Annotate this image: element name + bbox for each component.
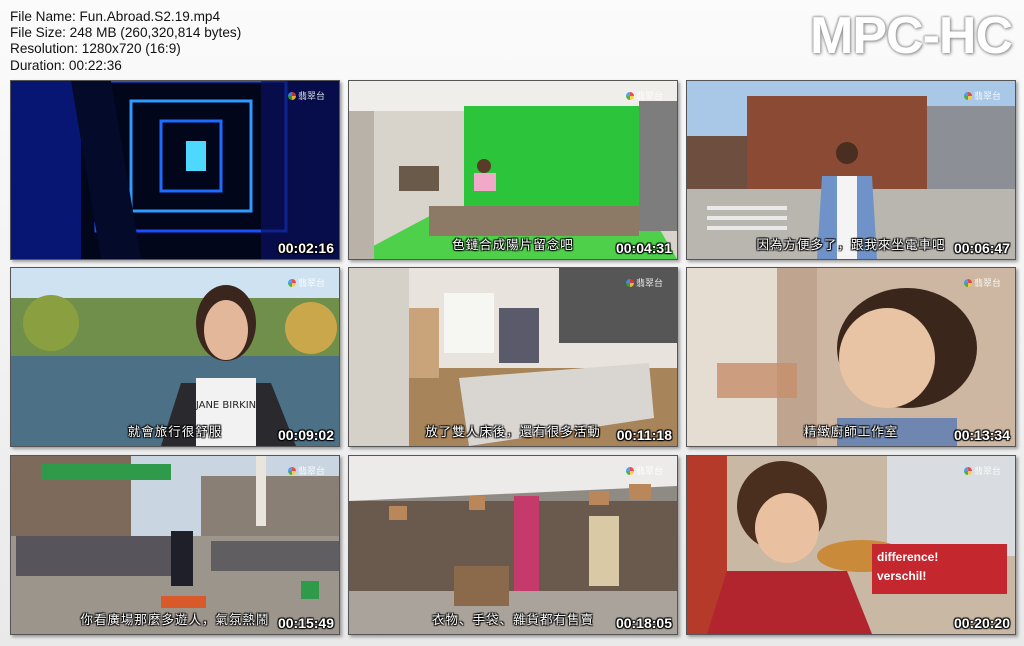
timestamp: 00:02:16 — [277, 240, 334, 256]
duration: Duration: 00:22:36 — [10, 57, 122, 73]
thumbnail-4-image: JANE BIRKIN — [11, 268, 339, 446]
watermark: 翡翠台 — [288, 89, 325, 102]
thumbnail-2-image — [349, 81, 677, 259]
watermark: 翡翠台 — [964, 464, 1001, 477]
thumbnail-6[interactable]: 翡翠台 精緻廚師工作室 00:13:34 — [686, 267, 1016, 447]
thumbnail-7[interactable]: 翡翠台 你看廣場那麼多遊人，氣氛熱鬧 00:15:49 — [10, 455, 340, 635]
watermark: 翡翠台 — [626, 464, 663, 477]
thumbnail-3[interactable]: 翡翠台 因為方便多了，跟我來坐電車吧 00:06:47 — [686, 80, 1016, 260]
timestamp: 00:06:47 — [953, 240, 1010, 256]
timestamp: 00:20:20 — [953, 615, 1010, 631]
thumbnail-6-image — [687, 268, 1015, 446]
mpc-hc-logo: MPC-HC — [810, 7, 1013, 65]
thumbnail-4[interactable]: JANE BIRKIN 翡翠台 就會旅行很舒服 00:09:02 — [10, 267, 340, 447]
thumbnail-3-image — [687, 81, 1015, 259]
svg-text:JANE BIRKIN: JANE BIRKIN — [195, 400, 256, 411]
thumbnail-8[interactable]: 翡翠台 衣物、手袋、雜貨都有售賣 00:18:05 — [348, 455, 678, 635]
file-name: File Name: Fun.Abroad.S2.19.mp4 — [10, 9, 221, 24]
watermark: 翡翠台 — [964, 276, 1001, 289]
timestamp: 00:15:49 — [277, 615, 334, 631]
timestamp: 00:09:02 — [277, 427, 334, 443]
thumbnail-1-image — [11, 81, 339, 259]
thumbnail-8-image — [349, 456, 677, 634]
timestamp: 00:18:05 — [615, 615, 672, 631]
sign-text-1: difference! — [877, 550, 938, 564]
watermark: 翡翠台 — [626, 89, 663, 102]
watermark: 翡翠台 — [964, 89, 1001, 102]
thumbnail-5-image — [349, 268, 677, 446]
thumbnail-2[interactable]: 翡翠台 色鏈合成陽片留念吧 00:04:31 — [348, 80, 678, 260]
thumbnail-9[interactable]: difference! verschil! 翡翠台 00:20:20 — [686, 455, 1016, 635]
thumbnail-9-image: difference! verschil! — [687, 456, 1015, 634]
timestamp: 00:04:31 — [615, 240, 672, 256]
resolution: Resolution: 1280x720 (16:9) — [10, 41, 181, 57]
sign-text-2: verschil! — [877, 569, 926, 583]
thumbnail-5[interactable]: 翡翠台 放了雙人床後，還有很多活動 00:11:18 — [348, 267, 678, 447]
file-size: File Size: 248 MB (260,320,814 bytes) — [10, 25, 242, 41]
watermark: 翡翠台 — [288, 276, 325, 289]
timestamp: 00:13:34 — [953, 427, 1010, 443]
thumbnail-1[interactable]: 翡翠台 00:02:16 — [10, 80, 340, 260]
watermark: 翡翠台 — [626, 276, 663, 289]
file-info: File Name: Fun.Abroad.S2.19.mp4 File Siz… — [10, 9, 241, 74]
timestamp: 00:11:18 — [616, 427, 672, 443]
thumbnail-7-image — [11, 456, 339, 634]
watermark: 翡翠台 — [288, 464, 325, 477]
